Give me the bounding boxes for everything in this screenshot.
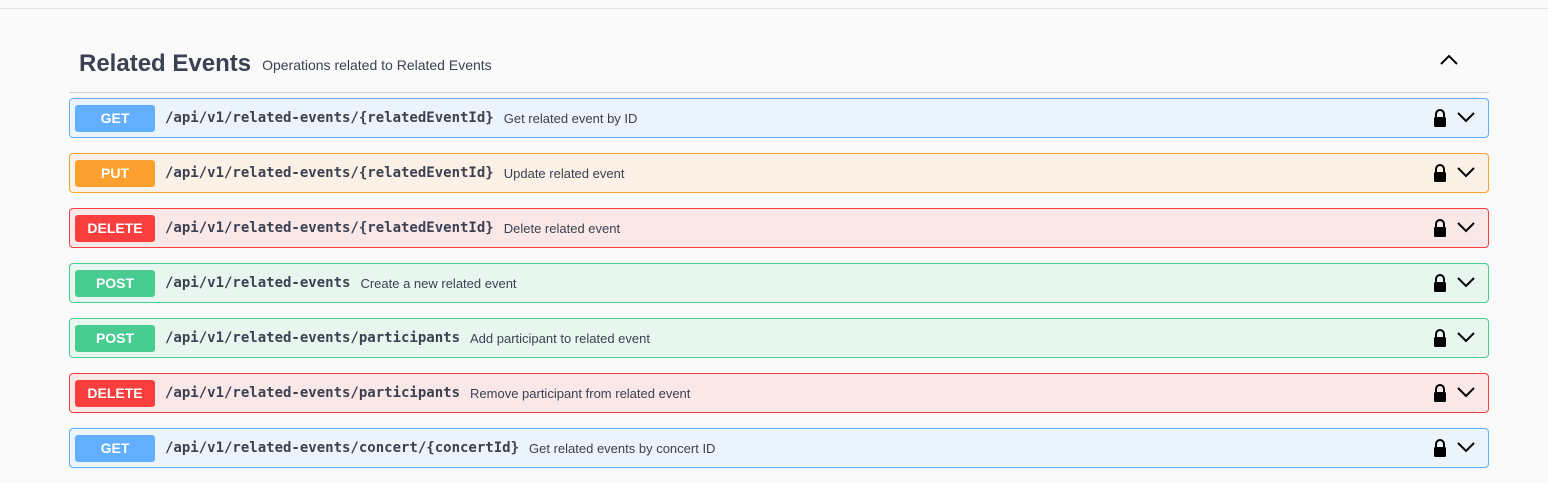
operation-row[interactable]: PUT /api/v1/related-events/{relatedEvent… (69, 153, 1489, 193)
method-badge: PUT (75, 159, 155, 187)
operation-summary: Get related events by concert ID (529, 440, 716, 456)
chevron-down-icon[interactable] (1456, 439, 1476, 455)
operation-row[interactable]: GET /api/v1/related-events/concert/{conc… (69, 428, 1489, 468)
lock-icon[interactable] (1432, 438, 1448, 458)
lock-icon[interactable] (1432, 273, 1448, 293)
lock-icon[interactable] (1432, 218, 1448, 238)
lock-icon[interactable] (1432, 383, 1448, 403)
method-badge: GET (75, 104, 155, 132)
method-badge: GET (75, 434, 155, 462)
operation-summary: Update related event (503, 165, 625, 181)
operation-path: /api/v1/related-events/participants (165, 330, 461, 346)
operation-path: /api/v1/related-events/concert/{concertI… (165, 440, 520, 456)
chevron-down-icon[interactable] (1456, 109, 1476, 125)
chevron-down-icon[interactable] (1456, 164, 1476, 180)
lock-icon[interactable] (1432, 163, 1448, 183)
operation-path: /api/v1/related-events/{relatedEventId} (165, 220, 494, 236)
operation-path: /api/v1/related-events/{relatedEventId} (165, 165, 494, 181)
operation-row[interactable]: POST /api/v1/related-events Create a new… (69, 263, 1489, 303)
operation-row[interactable]: POST /api/v1/related-events/participants… (69, 318, 1489, 358)
operation-summary: Delete related event (503, 220, 621, 236)
operation-row[interactable]: DELETE /api/v1/related-events/{relatedEv… (69, 208, 1489, 248)
chevron-down-icon[interactable] (1456, 274, 1476, 290)
operation-summary: Remove participant from related event (470, 385, 691, 401)
lock-icon[interactable] (1432, 108, 1448, 128)
operation-row[interactable]: DELETE /api/v1/related-events/participan… (69, 373, 1489, 413)
chevron-down-icon[interactable] (1456, 329, 1476, 345)
section-title: Related Events (79, 50, 252, 77)
method-badge: DELETE (75, 214, 155, 242)
chevron-down-icon[interactable] (1456, 384, 1476, 400)
operation-row[interactable]: GET /api/v1/related-events/{relatedEvent… (69, 98, 1489, 138)
operation-path: /api/v1/related-events (165, 275, 351, 291)
operations-list: GET /api/v1/related-events/{relatedEvent… (69, 98, 1489, 483)
operation-summary: Get related event by ID (503, 110, 638, 126)
lock-icon[interactable] (1432, 328, 1448, 348)
section-description: Operations related to Related Events (262, 57, 492, 73)
chevron-down-icon[interactable] (1456, 219, 1476, 235)
operation-path: /api/v1/related-events/{relatedEventId} (165, 110, 494, 126)
top-divider (0, 8, 1548, 9)
method-badge: POST (75, 324, 155, 352)
operation-summary: Create a new related event (360, 275, 517, 291)
operation-path: /api/v1/related-events/participants (165, 385, 461, 401)
chevron-up-icon[interactable] (1433, 48, 1465, 72)
section-header[interactable]: Related Events Operations related to Rel… (69, 36, 1489, 93)
operation-summary: Add participant to related event (470, 330, 650, 346)
method-badge: POST (75, 269, 155, 297)
method-badge: DELETE (75, 379, 155, 407)
